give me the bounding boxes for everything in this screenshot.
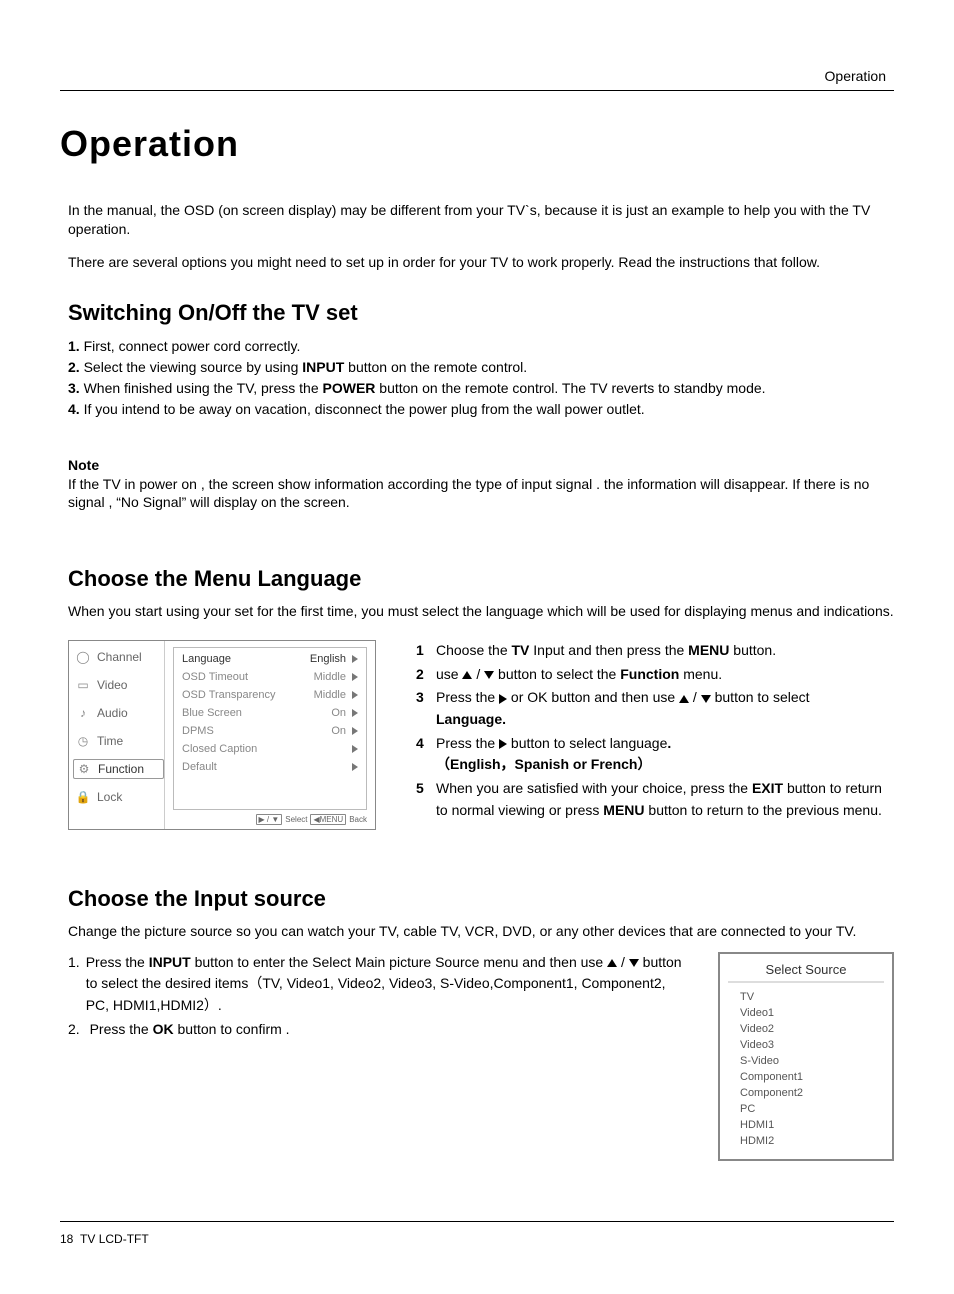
tab-time-icon: ◷ xyxy=(75,733,91,749)
arrow-right-icon xyxy=(352,709,358,717)
osd-option-closed-caption: Closed Caption xyxy=(182,742,358,756)
nav-key-icon: ▶ / ▼ xyxy=(256,814,283,825)
language-description: When you start using your set for the fi… xyxy=(60,602,894,622)
osd-tab-audio: ♪Audio xyxy=(73,703,164,723)
select-source-title: Select Source xyxy=(732,962,880,983)
switching-step-4: 4. If you intend to be away on vacation,… xyxy=(68,399,894,420)
source-item-hdmi1: HDMI1 xyxy=(732,1117,880,1133)
osd-option-dpms: DPMSOn xyxy=(182,724,358,738)
switching-step-3: 3. When finished using the TV, press the… xyxy=(68,378,894,399)
osd-tab-channel: ◯Channel xyxy=(73,647,164,667)
intro-paragraph-2: There are several options you might need… xyxy=(60,253,894,272)
page-title: Operation xyxy=(60,123,894,165)
note-body: If the TV in power on , the screen show … xyxy=(68,475,894,513)
source-item-video2: Video2 xyxy=(732,1021,880,1037)
osd-mockup: ◯Channel▭Video♪Audio◷Time⚙Function🔒Lock … xyxy=(68,640,376,830)
select-source-list: TVVideo1Video2Video3S-VideoComponent1Com… xyxy=(732,989,880,1149)
section-language-heading: Choose the Menu Language xyxy=(60,566,894,592)
down-arrow-icon xyxy=(484,671,494,679)
lang-step-5: 5 When you are satisfied with your choic… xyxy=(416,778,894,821)
tab-audio-icon: ♪ xyxy=(75,705,91,721)
lang-step-2: 2 use / button to select the Function me… xyxy=(416,664,894,686)
up-arrow-icon xyxy=(607,959,617,967)
menu-key-icon: ◀MENU xyxy=(310,814,346,825)
intro-paragraph-1: In the manual, the OSD (on screen displa… xyxy=(60,201,894,239)
osd-tab-video: ▭Video xyxy=(73,675,164,695)
arrow-right-icon xyxy=(352,691,358,699)
osd-option-blue-screen: Blue ScreenOn xyxy=(182,706,358,720)
source-item-component2: Component2 xyxy=(732,1085,880,1101)
source-item-component1: Component1 xyxy=(732,1069,880,1085)
osd-option-list: LanguageEnglish OSD TimeoutMiddle OSD Tran… xyxy=(173,647,367,810)
lang-step-1: 1 Choose the TV Input and then press the… xyxy=(416,640,894,662)
osd-tab-time: ◷Time xyxy=(73,731,164,751)
tab-video-icon: ▭ xyxy=(75,677,91,693)
source-item-video1: Video1 xyxy=(732,1005,880,1021)
tab-lock-icon: 🔒 xyxy=(75,789,91,805)
input-step-1: 1. Press the INPUT button to enter the S… xyxy=(68,952,688,1017)
input-description: Change the picture source so you can wat… xyxy=(60,922,894,942)
osd-tab-lock: 🔒Lock xyxy=(73,787,164,807)
source-item-video3: Video3 xyxy=(732,1037,880,1053)
running-header: Operation xyxy=(60,68,894,91)
osd-option-osd-transparency: OSD TransparencyMiddle xyxy=(182,688,358,702)
arrow-right-icon xyxy=(352,727,358,735)
right-arrow-icon xyxy=(499,694,507,704)
tab-function-icon: ⚙ xyxy=(76,761,92,777)
up-arrow-icon xyxy=(462,671,472,679)
section-switching-heading: Switching On/Off the TV set xyxy=(60,300,894,326)
page-footer: 18 TV LCD-TFT xyxy=(60,1221,894,1246)
up-arrow-icon xyxy=(679,695,689,703)
arrow-right-icon xyxy=(352,763,358,771)
select-source-box: Select Source TVVideo1Video2Video3S-Vide… xyxy=(718,952,894,1161)
down-arrow-icon xyxy=(701,695,711,703)
osd-sidebar: ◯Channel ▭Video ♪Audio ◷Time ⚙Function 🔒Lock xyxy=(69,641,165,829)
source-item-hdmi2: HDMI2 xyxy=(732,1133,880,1149)
section-input-heading: Choose the Input source xyxy=(60,886,894,912)
osd-footer: ▶ / ▼ Select ◀MENU Back xyxy=(256,814,368,825)
input-step-2: 2. Press the OK button to confirm . xyxy=(68,1019,688,1041)
arrow-right-icon xyxy=(352,745,358,753)
arrow-right-icon xyxy=(352,673,358,681)
note-block: Note If the TV in power on , the screen … xyxy=(60,456,894,513)
note-heading: Note xyxy=(68,456,894,475)
switching-step-2: 2. Select the viewing source by using IN… xyxy=(68,357,894,378)
arrow-right-icon xyxy=(352,655,358,663)
right-arrow-icon xyxy=(499,739,507,749)
osd-option-language: LanguageEnglish xyxy=(182,652,358,666)
source-item-s-video: S-Video xyxy=(732,1053,880,1069)
switching-step-1: 1. First, connect power cord correctly. xyxy=(68,336,894,357)
osd-option-osd-timeout: OSD TimeoutMiddle xyxy=(182,670,358,684)
osd-panel: LanguageEnglish OSD TimeoutMiddle OSD Tran… xyxy=(165,641,375,829)
source-item-tv: TV xyxy=(732,989,880,1005)
osd-tab-function: ⚙Function xyxy=(73,759,164,779)
osd-option-default: Default xyxy=(182,760,358,774)
lang-step-3: 3 Press the or OK button and then use / … xyxy=(416,687,894,730)
tab-channel-icon: ◯ xyxy=(75,649,91,665)
source-item-pc: PC xyxy=(732,1101,880,1117)
language-instructions: 1 Choose the TV Input and then press the… xyxy=(416,640,894,830)
lang-step-4: 4 Press the button to select language.（E… xyxy=(416,733,894,776)
down-arrow-icon xyxy=(629,959,639,967)
input-instructions: 1. Press the INPUT button to enter the S… xyxy=(68,952,688,1043)
